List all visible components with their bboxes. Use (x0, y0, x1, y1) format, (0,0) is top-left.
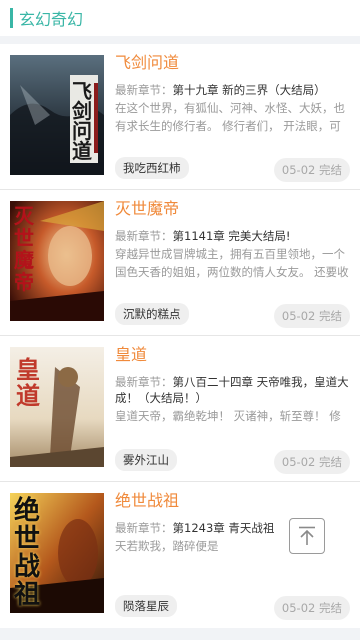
book-description: 皇道天帝，霸绝乾坤！ 灭诸神，斩至尊！ 修我皇道 (115, 409, 341, 423)
chapter-label: 最新章节： (115, 375, 173, 389)
book-description: 在这个世界，有狐仙、河神、水怪、大妖，也有求长生的修行者。 修行者们， 开法眼，… (115, 101, 345, 133)
latest-chapter[interactable]: 最新章节：第1141章 完美大结局! (115, 228, 350, 244)
book-cover[interactable]: 灭世魔帝 (10, 201, 104, 321)
book-info: 灭世魔帝 最新章节：第1141章 完美大结局! 穿越异世成冒牌城主，拥有五百里领… (115, 199, 350, 328)
author-tag[interactable]: 陨落星辰 (115, 595, 177, 617)
arrow-up-to-top-icon (299, 526, 315, 545)
header-accent-bar (10, 8, 13, 28)
book-item[interactable]: 绝世战祖 绝世战祖 最新章节：第1243章 青天战祖 天若欺我，踏碎便是 陨落星… (0, 482, 360, 628)
book-item[interactable]: 飞剑问道 飞剑问道 最新章节：第十九章 新的三界（大结局） 在这个世界，有狐仙、… (0, 44, 360, 190)
chapter-label: 最新章节： (115, 229, 173, 243)
book-cover[interactable]: 绝世战祖 (10, 493, 104, 613)
author-tag[interactable]: 我吃西红柿 (115, 157, 189, 179)
cover-title-text: 皇道 (16, 355, 40, 410)
book-description: 穿越异世成冒牌城主，拥有五百里领地，一个国色天香的姐姐，两位数的情人女友。 还要… (115, 247, 349, 279)
section-title: 玄幻奇幻 (19, 10, 84, 29)
chapter-title: 第1141章 完美大结局! (172, 229, 291, 243)
update-badge: 05-02 完结 (273, 450, 350, 474)
book-title[interactable]: 绝世战祖 (115, 491, 350, 511)
update-badge: 05-02 完结 (273, 596, 350, 620)
chapter-title: 第十九章 新的三界（大结局） (172, 83, 326, 97)
book-cover[interactable]: 皇道 (10, 347, 104, 467)
chapter-label: 最新章节： (115, 83, 173, 97)
book-item[interactable]: 皇道 皇道 最新章节：第八百二十四章 天帝唯我，皇道大成！（大结局！） 皇道天帝… (0, 336, 360, 482)
section-header: 玄幻奇幻 (0, 0, 360, 36)
book-info: 皇道 最新章节：第八百二十四章 天帝唯我，皇道大成！（大结局！） 皇道天帝，霸绝… (115, 345, 350, 474)
book-title[interactable]: 灭世魔帝 (115, 199, 350, 219)
cover-title-text: 绝世战祖 (14, 496, 41, 610)
cover-title-text: 飞剑问道 (72, 79, 92, 163)
latest-chapter[interactable]: 最新章节：第八百二十四章 天帝唯我，皇道大成！（大结局！） (115, 374, 350, 406)
book-title[interactable]: 飞剑问道 (115, 53, 350, 73)
book-cover[interactable]: 飞剑问道 (10, 55, 104, 175)
divider (0, 36, 360, 44)
book-item[interactable]: 灭世魔帝 灭世魔帝 最新章节：第1141章 完美大结局! 穿越异世成冒牌城主，拥… (0, 190, 360, 336)
update-badge: 05-02 完结 (273, 158, 350, 182)
chapter-title: 第1243章 青天战祖 (172, 521, 275, 535)
update-badge: 05-02 完结 (273, 304, 350, 328)
author-tag[interactable]: 沉默的糕点 (115, 303, 189, 325)
chapter-label: 最新章节： (115, 521, 173, 535)
cover-title-text: 灭世魔帝 (14, 204, 34, 294)
back-to-top-button[interactable] (289, 518, 325, 554)
book-info: 飞剑问道 最新章节：第十九章 新的三界（大结局） 在这个世界，有狐仙、河神、水怪… (115, 53, 350, 182)
latest-chapter[interactable]: 最新章节：第十九章 新的三界（大结局） (115, 82, 350, 98)
book-title[interactable]: 皇道 (115, 345, 350, 365)
author-tag[interactable]: 雾外江山 (115, 449, 177, 471)
